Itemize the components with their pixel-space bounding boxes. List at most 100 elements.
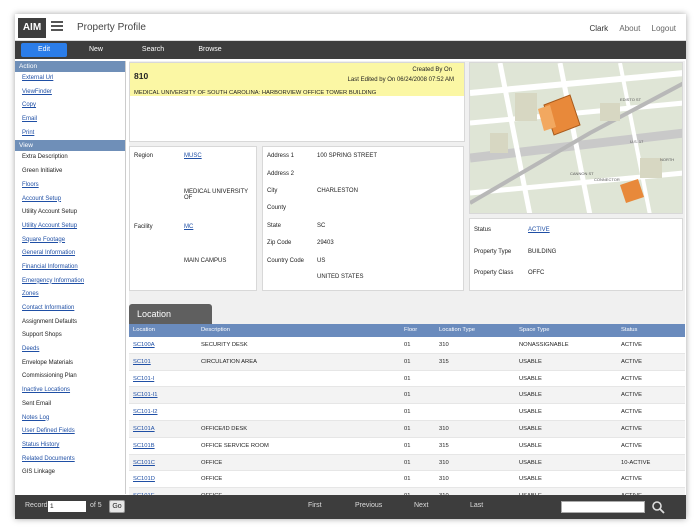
search-button[interactable]: Search <box>130 43 176 57</box>
region-link[interactable]: MUSC <box>184 153 202 159</box>
sidebar-view-item[interactable]: General Information <box>15 247 125 261</box>
map-label-cannon: CANNON ST <box>570 171 594 176</box>
col-location-type[interactable]: Location Type <box>439 324 475 337</box>
table-cell: 10-ACTIVE <box>621 459 651 466</box>
table-row[interactable]: SC101B OFFICE SERVICE ROOM 01 315 USABLE ACTI… <box>129 437 685 455</box>
search-icon[interactable] <box>651 500 665 514</box>
status-link[interactable]: ACTIVE <box>528 227 550 233</box>
app-logo: AIM <box>18 18 46 38</box>
next-button[interactable]: Next <box>414 502 428 509</box>
sidebar-view-item[interactable]: Notes Log <box>15 412 125 426</box>
table-cell: OFFICE <box>201 459 223 466</box>
edit-button[interactable]: Edit <box>21 43 67 57</box>
address1-label: Address 1 <box>267 153 295 159</box>
sidebar-view-item[interactable]: Green Initiative <box>15 165 125 179</box>
map-label-us17: U.S. 17 <box>630 139 644 144</box>
sidebar-view-item[interactable]: Financial Information <box>15 261 125 275</box>
location-link[interactable]: SC101D <box>133 471 155 488</box>
facility-link[interactable]: MC <box>184 224 193 230</box>
record-count: of 5 <box>90 502 102 509</box>
city-value: CHARLESTON <box>317 188 358 194</box>
sidebar-view-item[interactable]: Contact Information <box>15 302 125 316</box>
table-row[interactable]: SC101A OFFICE/ID DESK 01 310 USABLE ACTIVE <box>129 420 685 438</box>
sidebar-action-item[interactable]: ViewFinder <box>15 86 125 100</box>
map-label-north: NORTH <box>660 157 674 162</box>
table-row[interactable]: SC100A SECURITY DESK 01 310 NONASSIGNABLE ACT… <box>129 337 685 354</box>
col-status[interactable]: Status <box>621 324 637 337</box>
location-tab[interactable]: Location <box>129 304 212 324</box>
table-row[interactable]: SC101-I2 01 USABLE ACTIVE <box>129 404 685 421</box>
record-label: Record <box>25 502 48 509</box>
table-row[interactable]: SC101D OFFICE 01 310 USABLE ACTIVE <box>129 471 685 489</box>
sidebar-view-item[interactable]: Utility Account Setup <box>15 220 125 234</box>
sidebar-view-item[interactable]: Inactive Locations <box>15 384 125 398</box>
zip-label: Zip Code <box>267 240 292 246</box>
sidebar-view-item[interactable]: Zones <box>15 288 125 302</box>
map-label-edisto: EDISTO ST <box>620 97 642 102</box>
sidebar-view-item[interactable]: Deeds <box>15 343 125 357</box>
browse-button[interactable]: Browse <box>187 43 233 57</box>
sidebar-view-item[interactable]: Assignment Defaults <box>15 316 125 330</box>
table-row[interactable]: SC101C OFFICE 01 310 USABLE 10-ACTIVE <box>129 454 685 472</box>
sidebar-action-item[interactable]: External Url <box>15 72 125 86</box>
footer-search-input[interactable] <box>561 501 645 513</box>
sidebar-view-item[interactable]: Related Documents <box>15 453 125 467</box>
previous-button[interactable]: Previous <box>355 502 382 509</box>
col-description[interactable]: Description <box>201 324 230 337</box>
sidebar-view-item[interactable]: Sent Email <box>15 398 125 412</box>
sidebar-action-item[interactable]: Copy <box>15 99 125 113</box>
location-link[interactable]: SC101-I1 <box>133 387 158 404</box>
new-button[interactable]: New <box>73 43 119 57</box>
user-name[interactable]: Clark <box>589 24 608 33</box>
sidebar-view-item[interactable]: Floors <box>15 179 125 193</box>
sidebar-view-item[interactable]: Extra Description <box>15 151 125 165</box>
sidebar-view-item[interactable]: Commissioning Plan <box>15 370 125 384</box>
location-link[interactable]: SC101-I <box>133 371 154 388</box>
logout-link[interactable]: Logout <box>652 24 676 33</box>
first-button[interactable]: First <box>308 502 322 509</box>
sidebar-view-item[interactable]: Status History <box>15 439 125 453</box>
location-link[interactable]: SC101 <box>133 354 151 371</box>
table-cell: 310 <box>439 342 449 348</box>
sidebar-view-item[interactable]: Account Setup <box>15 193 125 207</box>
sidebar-view-item[interactable]: GIS Linkage <box>15 466 125 480</box>
region-panel: Region MUSC MEDICAL UNIVERSITY OF Facili… <box>129 146 257 291</box>
col-location[interactable]: Location <box>133 324 155 337</box>
go-button[interactable]: Go <box>109 500 125 513</box>
table-cell: 310 <box>439 459 449 466</box>
property-id: 810 <box>134 71 149 81</box>
sidebar-view-item[interactable]: Support Shops <box>15 329 125 343</box>
sidebar-view-item[interactable]: Utility Account Setup <box>15 206 125 220</box>
menu-icon[interactable] <box>51 21 63 33</box>
sidebar-view-item[interactable]: Envelope Materials <box>15 357 125 371</box>
sidebar-action-item[interactable]: Email <box>15 113 125 127</box>
table-cell: USABLE <box>519 476 542 483</box>
sidebar-action-item[interactable]: Print <box>15 127 125 141</box>
table-cell: CIRCULATION AREA <box>201 358 257 365</box>
location-link[interactable]: SC101C <box>133 455 155 472</box>
property-map[interactable]: EDISTO ST U.S. 17 CANNON ST CONNECTOR NO… <box>469 62 683 214</box>
table-cell: 01 <box>404 358 411 365</box>
sidebar-view-item[interactable]: User Defined Fields <box>15 425 125 439</box>
location-link[interactable]: SC101A <box>133 421 155 438</box>
state-label: State <box>267 223 282 229</box>
sidebar-view-item[interactable]: Emergency Information <box>15 275 125 289</box>
location-link[interactable]: SC101-I2 <box>133 404 158 421</box>
property-class-label: Property Class <box>474 270 514 276</box>
facility-label: Facility <box>134 224 153 230</box>
table-cell: ACTIVE <box>621 392 642 399</box>
table-cell: 01 <box>404 442 411 449</box>
last-button[interactable]: Last <box>470 502 483 509</box>
location-link[interactable]: SC100A <box>133 337 155 354</box>
col-floor[interactable]: Floor <box>404 324 417 337</box>
table-row[interactable]: SC101-I 01 USABLE ACTIVE <box>129 370 685 388</box>
table-cell: 310 <box>439 476 449 483</box>
sidebar-view-item[interactable]: Square Footage <box>15 234 125 248</box>
col-space-type[interactable]: Space Type <box>519 324 550 337</box>
location-link[interactable]: SC101B <box>133 438 155 455</box>
record-input[interactable]: 1 <box>48 501 86 512</box>
table-row[interactable]: SC101-I1 01 USABLE ACTIVE <box>129 387 685 405</box>
about-link[interactable]: About <box>619 24 640 33</box>
map-label-connector: CONNECTOR <box>594 177 620 182</box>
table-row[interactable]: SC101 CIRCULATION AREA 01 315 USABLE ACTIVE <box>129 353 685 371</box>
